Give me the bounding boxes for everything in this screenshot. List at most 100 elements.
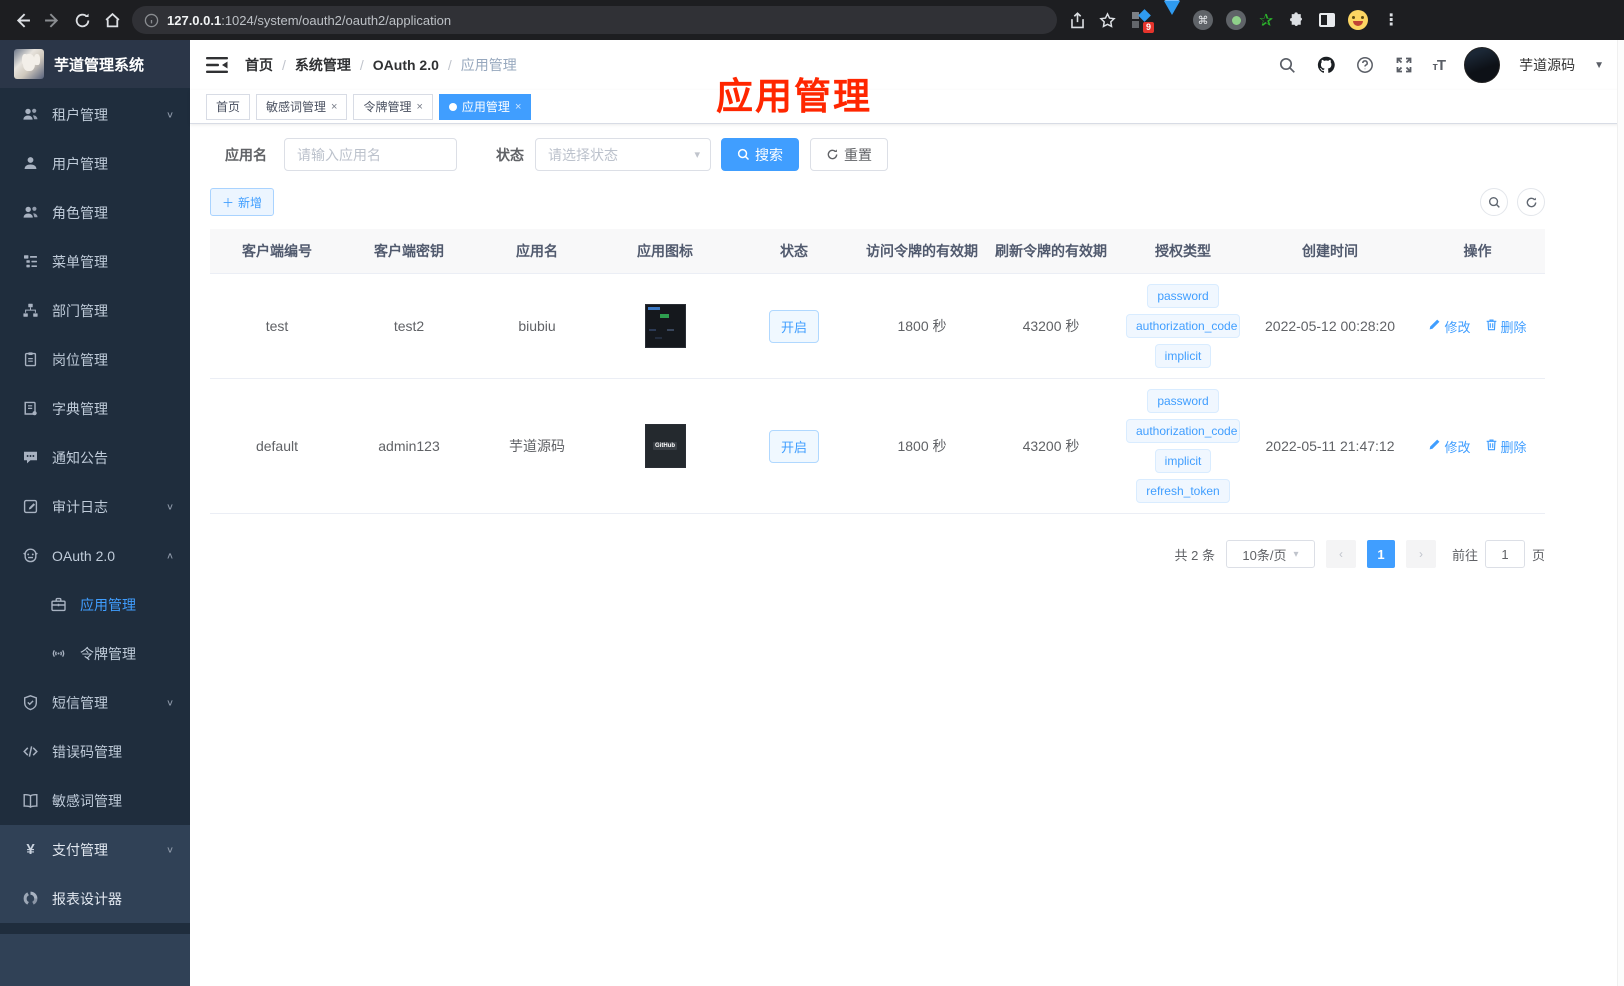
sidebar-item-sensitive[interactable]: 敏感词管理	[0, 776, 190, 825]
prev-page-button[interactable]: ‹	[1325, 540, 1356, 568]
app-name-label: 应用名	[225, 146, 267, 163]
sidebar-item-dict[interactable]: 字典管理	[0, 384, 190, 433]
user-avatar[interactable]	[1464, 47, 1501, 83]
next-page-button[interactable]: ›	[1405, 540, 1436, 568]
fullscreen-icon[interactable]	[1394, 55, 1414, 75]
help-icon[interactable]	[1355, 55, 1375, 75]
cell-access-ttl: 1800 秒	[858, 273, 986, 379]
tab-应用管理[interactable]: 应用管理 ×	[438, 93, 532, 120]
address-bar[interactable]: 127.0.0.1:1024/system/oauth2/oauth2/appl…	[132, 6, 1057, 34]
sidebar-item-oauth2-app[interactable]: 应用管理	[0, 580, 190, 629]
status-badge[interactable]: 开启	[768, 429, 819, 463]
app-name-input[interactable]	[284, 138, 457, 171]
sidebar-item-label: 通知公告	[52, 449, 108, 466]
status-badge[interactable]: 开启	[768, 309, 819, 343]
sidebar-item-label: OAuth 2.0	[52, 547, 116, 564]
tab-令牌管理[interactable]: 令牌管理 ×	[353, 93, 433, 120]
cell-access-ttl: 1800 秒	[858, 378, 986, 514]
code-icon	[22, 743, 39, 760]
close-icon[interactable]: ×	[331, 101, 337, 113]
sidebar-item-audit[interactable]: 审计日志 ∨	[0, 482, 190, 531]
cell-app-icon	[600, 273, 730, 379]
sidebar-item-menu[interactable]: 菜单管理	[0, 237, 190, 286]
github-icon[interactable]	[1316, 55, 1336, 75]
page-size-select[interactable]: 10条/页 ▾	[1225, 540, 1315, 568]
sidebar-item-sms[interactable]: 短信管理 ∨	[0, 678, 190, 727]
breadcrumb-item[interactable]: 系统管理	[295, 55, 351, 75]
column-header: 创建时间	[1250, 229, 1410, 274]
command-circle-icon[interactable]: ⌘	[1193, 10, 1213, 30]
goto-page-input[interactable]	[1484, 540, 1525, 568]
back-icon[interactable]	[12, 10, 32, 30]
current-page-button[interactable]: 1	[1366, 540, 1395, 568]
add-button[interactable]: ＋ 新增	[210, 188, 275, 216]
sidebar-item-user[interactable]: 用户管理	[0, 139, 190, 188]
sidebar-item-oauth2-token[interactable]: 令牌管理	[0, 629, 190, 678]
column-header: 授权类型	[1116, 229, 1250, 274]
search-button[interactable]: 搜索	[721, 138, 799, 171]
close-icon[interactable]: ×	[515, 101, 521, 113]
sidebar-item-errcode[interactable]: 错误码管理	[0, 727, 190, 776]
star-icon[interactable]	[1097, 10, 1117, 30]
home-icon[interactable]	[102, 10, 122, 30]
user-caret-icon[interactable]: ▼	[1594, 60, 1604, 71]
chevron-down-icon: ▾	[694, 149, 700, 161]
cell-grant-types: password authorization_code implicit refres…	[1116, 378, 1250, 514]
breadcrumb-item[interactable]: 首页	[245, 55, 273, 75]
reset-button[interactable]: 重置	[810, 138, 888, 171]
tab-敏感词管理[interactable]: 敏感词管理 ×	[256, 93, 348, 120]
record-circle-icon[interactable]	[1226, 10, 1246, 30]
sidebar-item-oauth2[interactable]: OAuth 2.0 ∧	[0, 531, 190, 580]
extension-count-badge: 9	[1142, 22, 1154, 33]
app-logo-row[interactable]: 芋道管理系统	[0, 40, 190, 88]
puzzle-icon[interactable]	[1286, 10, 1306, 30]
forward-icon[interactable]	[42, 10, 62, 30]
split-view-icon[interactable]	[1319, 13, 1336, 27]
status-label: 状态	[496, 146, 524, 163]
sidebar-item-tenant[interactable]: 租户管理 ∨	[0, 90, 190, 139]
menu-dots-icon[interactable]: ⋮	[1381, 10, 1401, 30]
sidebar-item-post[interactable]: 岗位管理	[0, 335, 190, 384]
close-icon[interactable]: ×	[416, 101, 422, 113]
sidebar-item-role[interactable]: 角色管理	[0, 188, 190, 237]
header-search-icon[interactable]	[1277, 55, 1297, 75]
app-logo-icon	[14, 49, 44, 79]
share-icon[interactable]	[1067, 10, 1087, 30]
role-icon	[22, 204, 39, 221]
url-text: 127.0.0.1:1024/system/oauth2/oauth2/appl…	[167, 12, 452, 28]
cell-actions: 修改 删除	[1410, 378, 1545, 514]
tab-首页[interactable]: 首页	[206, 93, 251, 120]
breadcrumb-item[interactable]: OAuth 2.0	[373, 57, 439, 73]
table-search-toggle-icon[interactable]	[1480, 188, 1508, 216]
sidebar-item-label: 错误码管理	[52, 743, 122, 760]
search-form: 应用名 状态 请选择状态 ▾ 搜索 重置	[210, 138, 1545, 171]
sidebar-item-notice[interactable]: 通知公告	[0, 433, 190, 482]
font-size-icon[interactable]: тT	[1433, 57, 1447, 74]
dict-icon	[22, 400, 39, 417]
sidebar-item-label: 审计日志	[52, 498, 108, 515]
sidebar-item-report[interactable]: 报表设计器	[0, 874, 190, 923]
extension-badge-icon[interactable]: 9	[1131, 9, 1154, 33]
breadcrumb-separator: /	[447, 57, 452, 73]
edit-link[interactable]: 修改	[1428, 437, 1471, 456]
delete-link[interactable]: 删除	[1485, 317, 1527, 336]
emoji-avatar-icon[interactable]	[1348, 10, 1369, 30]
sidebar-item-pay[interactable]: ¥ 支付管理 ∨	[0, 825, 190, 874]
sidebar-toggle-icon[interactable]	[206, 55, 228, 75]
audit-icon	[22, 498, 39, 515]
kite-icon[interactable]	[1164, 1, 1180, 33]
cell-status: 开启	[730, 378, 858, 514]
table-refresh-icon[interactable]	[1517, 188, 1545, 216]
info-icon[interactable]	[144, 10, 159, 30]
scrollbar[interactable]	[1617, 40, 1624, 986]
tags-view-bar: 首页 敏感词管理 × 令牌管理 × 应用管理 ×	[190, 90, 1624, 124]
username-label[interactable]: 芋道源码	[1519, 55, 1575, 75]
sidebar-item-dept[interactable]: 部门管理	[0, 286, 190, 335]
green-star-icon[interactable]: ✰	[1259, 12, 1273, 29]
edit-link[interactable]: 修改	[1428, 317, 1471, 336]
sidebar-filler	[0, 934, 190, 986]
user-icon	[22, 155, 39, 172]
delete-link[interactable]: 删除	[1485, 437, 1527, 456]
status-select[interactable]: 请选择状态 ▾	[535, 138, 711, 171]
reload-icon[interactable]	[72, 10, 92, 30]
